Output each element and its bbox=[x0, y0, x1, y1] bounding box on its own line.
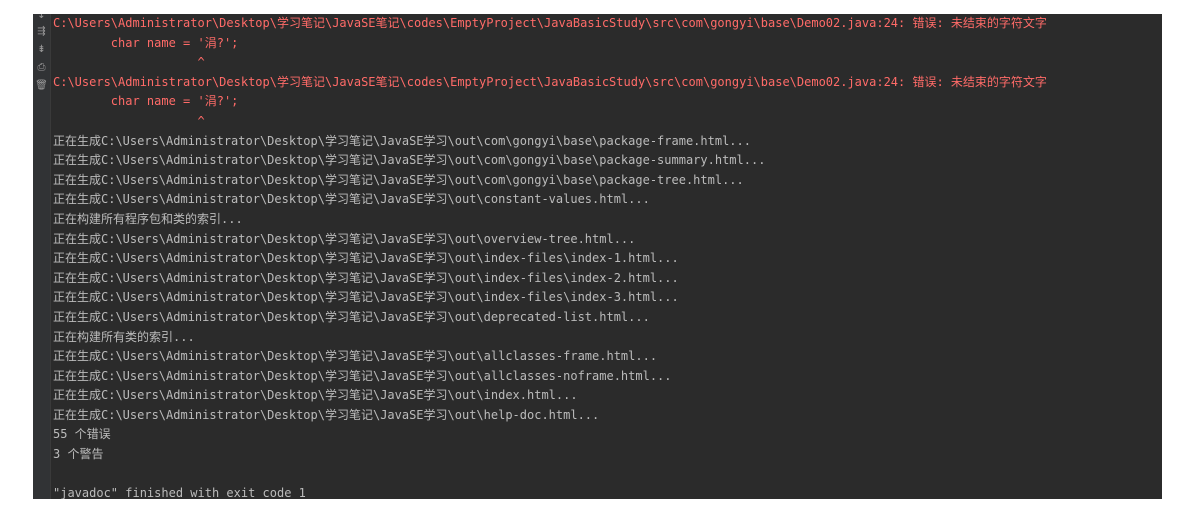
console-line: 正在生成C:\Users\Administrator\Desktop\学习笔记\… bbox=[53, 133, 751, 148]
soft-wrap-icon[interactable]: ⇶ bbox=[35, 26, 48, 38]
error-line: ^ bbox=[53, 55, 205, 70]
console-line: 正在生成C:\Users\Administrator\Desktop\学习笔记\… bbox=[53, 251, 679, 266]
console-output[interactable]: C:\Users\Administrator\Desktop\学习笔记\Java… bbox=[53, 14, 1162, 499]
console-line: 正在生成C:\Users\Administrator\Desktop\学习笔记\… bbox=[53, 309, 650, 324]
error-line: C:\Users\Administrator\Desktop\学习笔记\Java… bbox=[53, 16, 1047, 30]
console-line: 正在生成C:\Users\Administrator\Desktop\学习笔记\… bbox=[53, 172, 744, 187]
console-line: 正在生成C:\Users\Administrator\Desktop\学习笔记\… bbox=[53, 270, 679, 285]
print-icon[interactable]: ⎙ bbox=[35, 62, 48, 74]
clear-all-icon[interactable]: 🗑 bbox=[35, 80, 48, 92]
console-line: "javadoc" finished with exit code 1 bbox=[53, 486, 306, 499]
console-line: 正在生成C:\Users\Administrator\Desktop\学习笔记\… bbox=[53, 192, 650, 207]
console-window: ↓ ⇶ ⇟ ⎙ 🗑 C:\Users\Administrator\Desktop… bbox=[33, 14, 1162, 499]
console-line: 正在生成C:\Users\Administrator\Desktop\学习笔记\… bbox=[53, 153, 766, 168]
console-line: 正在生成C:\Users\Administrator\Desktop\学习笔记\… bbox=[53, 290, 679, 305]
console-line: 正在构建所有类的索引... bbox=[53, 329, 195, 344]
error-line: char name = '涓?'; bbox=[53, 35, 239, 50]
console-toolbar: ↓ ⇶ ⇟ ⎙ 🗑 bbox=[33, 14, 51, 499]
error-line: char name = '涓?'; bbox=[53, 94, 239, 109]
error-line: C:\Users\Administrator\Desktop\学习笔记\Java… bbox=[53, 74, 1047, 89]
scroll-down-icon[interactable]: ↓ bbox=[35, 14, 48, 22]
console-line: 正在生成C:\Users\Administrator\Desktop\学习笔记\… bbox=[53, 368, 672, 383]
console-line: 正在生成C:\Users\Administrator\Desktop\学习笔记\… bbox=[53, 388, 578, 403]
console-line: 正在生成C:\Users\Administrator\Desktop\学习笔记\… bbox=[53, 407, 600, 422]
console-line: 55 个错误 bbox=[53, 427, 111, 442]
scroll-to-end-icon[interactable]: ⇟ bbox=[35, 44, 48, 56]
console-line: 正在生成C:\Users\Administrator\Desktop\学习笔记\… bbox=[53, 231, 636, 246]
console-line: 正在构建所有程序包和类的索引... bbox=[53, 211, 243, 226]
console-line: 3 个警告 bbox=[53, 447, 104, 462]
error-line: ^ bbox=[53, 113, 205, 128]
console-line: 正在生成C:\Users\Administrator\Desktop\学习笔记\… bbox=[53, 349, 658, 364]
